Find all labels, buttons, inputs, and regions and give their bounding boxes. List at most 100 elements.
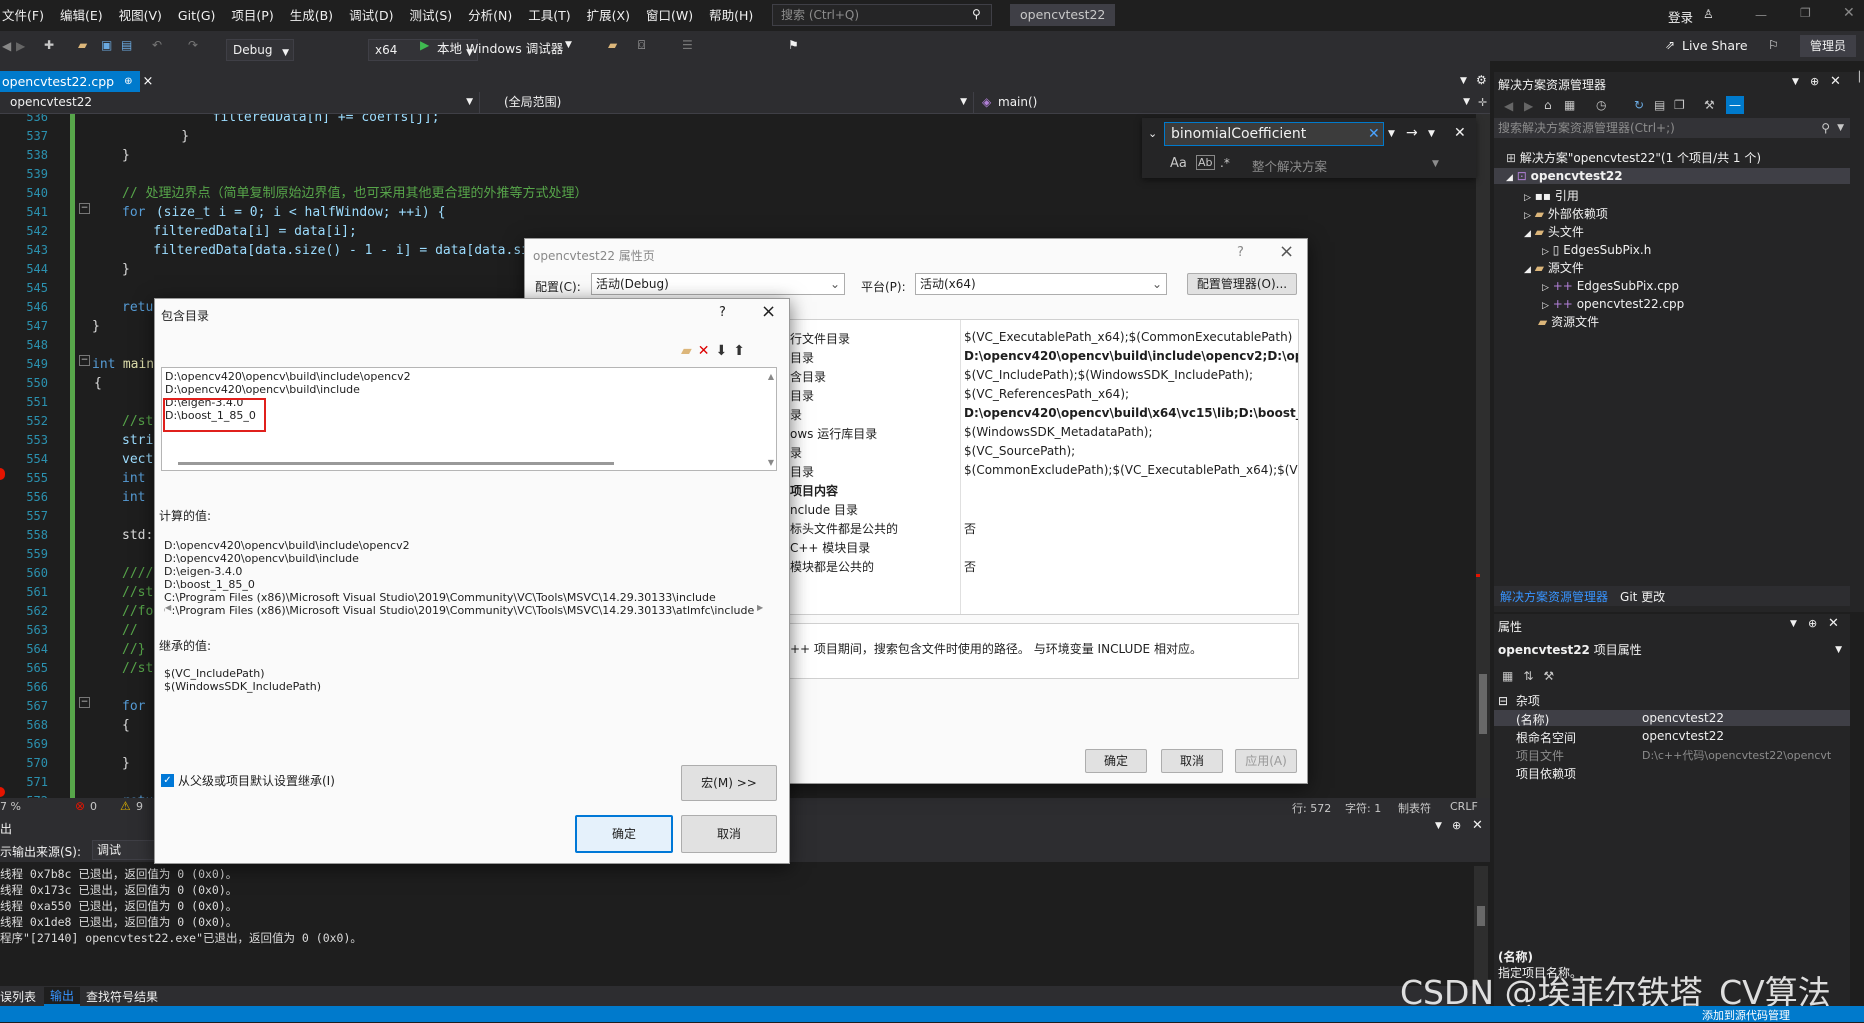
expand-icon[interactable]: ▷ (1524, 193, 1531, 203)
find-input[interactable]: binomialCoefficient (1164, 122, 1384, 146)
fold-toggle[interactable]: − (79, 697, 90, 708)
zoom-level[interactable]: 7 % (0, 800, 21, 813)
close-button[interactable]: × (1279, 241, 1294, 262)
copy-icon[interactable]: ❐ (1674, 99, 1685, 111)
menu-git[interactable]: Git(G) (170, 0, 224, 31)
grid-row[interactable]: nclude 目录 (788, 501, 1298, 517)
bookmark-icon[interactable]: ⚑ (788, 39, 799, 51)
include-entry[interactable]: D:\opencv420\opencv\build\include\opencv… (165, 370, 773, 383)
tab-overflow-icon[interactable]: ▼ (1460, 77, 1467, 86)
platform-combo[interactable]: 活动(x64) ⌄ (915, 273, 1167, 295)
expand-icon[interactable]: ▷ (1542, 247, 1549, 257)
config-select[interactable]: Debug ▼ (226, 39, 294, 61)
tree-solution[interactable]: ⊞ 解决方案"opencvtest22"(1 个项目/共 1 个) (1506, 150, 1761, 166)
preview-toggle[interactable]: — (1726, 96, 1744, 114)
close-icon[interactable]: ✕ (1830, 75, 1841, 88)
property-row[interactable]: 项目文件 D:\c++代码\opencvtest22\opencvt (1494, 746, 1850, 763)
run-debugger-button[interactable]: 本地 Windows 调试器 (437, 38, 563, 57)
fold-toggle[interactable]: − (79, 355, 90, 366)
grid-row[interactable]: 录 D:\opencv420\opencv\build\x64\vc15\lib… (788, 406, 1298, 422)
indent-mode[interactable]: 制表符 (1398, 800, 1431, 816)
undo-icon[interactable]: ↶ (152, 39, 162, 51)
move-up-icon[interactable]: ⬆ (733, 343, 745, 359)
menu-analyze[interactable]: 分析(N) (460, 0, 520, 31)
pin-icon[interactable]: ⊕ (1810, 76, 1819, 87)
menu-project[interactable]: 项目(P) (223, 0, 281, 31)
tree-resources[interactable]: ▰ 资源文件 (1538, 314, 1599, 330)
apply-button[interactable]: 应用(A) (1235, 749, 1297, 773)
close-icon[interactable]: ✕ (1454, 126, 1466, 140)
menu-help[interactable]: 帮助(H) (701, 0, 761, 31)
split-icon[interactable]: ✛ (1478, 96, 1487, 109)
category-misc[interactable]: ⊟ 杂项 (1498, 692, 1540, 708)
include-entries-list[interactable]: D:\opencv420\opencv\build\include\opencv… (161, 367, 777, 471)
property-row[interactable]: 项目依赖项 (1494, 764, 1850, 781)
error-icon[interactable]: ⊗ (75, 800, 85, 812)
nav-member-select[interactable]: ◈ main() ▼ (978, 92, 1476, 113)
whole-word-icon[interactable]: Ab (1196, 155, 1215, 170)
global-search-input[interactable]: 搜索 (Ctrl+Q) (772, 4, 992, 26)
run-icon[interactable]: ▶ (420, 39, 429, 51)
alphabetical-icon[interactable]: ⇅ (1523, 669, 1533, 683)
grid-row[interactable]: C++ 模块目录 (788, 539, 1298, 555)
expand-icon[interactable]: ◢ (1506, 173, 1513, 183)
include-entry[interactable]: D:\opencv420\opencv\build\include (165, 383, 773, 396)
delete-icon[interactable]: ✕ (698, 343, 710, 359)
grid-row[interactable]: 目录 D:\opencv420\opencv\build\include\ope… (788, 349, 1298, 365)
tree-project[interactable]: ◢ ⊡ opencvtest22 (1494, 168, 1850, 184)
regex-icon[interactable]: .* (1220, 156, 1230, 170)
tab-error-list[interactable]: 误列表 (0, 988, 44, 1005)
new-project-icon[interactable]: ✚ (44, 39, 54, 51)
tree-header-file[interactable]: ▷ ▯ EdgesSubPix.h (1542, 242, 1651, 258)
scrollbar-thumb[interactable] (1477, 906, 1485, 926)
menu-edit[interactable]: 编辑(E) (52, 0, 111, 31)
maximize-window-button[interactable]: ❐ (1800, 6, 1811, 20)
chevron-down-icon[interactable]: ▼ (1837, 118, 1844, 138)
ok-button[interactable]: 确定 (1085, 749, 1147, 773)
close-button[interactable]: × (761, 301, 776, 322)
clear-search-icon[interactable]: ✕ (1368, 127, 1380, 141)
close-icon[interactable]: ✕ (1828, 617, 1839, 630)
tree-external-deps[interactable]: ▷ ▰ 外部依赖项 (1524, 206, 1608, 222)
tab-opencvtest22-cpp[interactable]: opencvtest22.cpp ⊕ × (0, 71, 153, 92)
expand-icon[interactable]: ◢ (1524, 229, 1531, 239)
chevron-down-icon[interactable]: ▼ (1428, 130, 1435, 139)
refresh-icon[interactable]: ↻ (1634, 99, 1644, 111)
pin-icon[interactable]: ⊕ (1808, 618, 1817, 629)
menu-tools[interactable]: 工具(T) (520, 0, 578, 31)
warning-icon[interactable]: ⚠ (120, 800, 131, 812)
help-button[interactable]: ? (719, 305, 726, 320)
fold-toggle[interactable]: − (79, 203, 90, 214)
chevron-down-icon[interactable]: ▼ (1432, 160, 1439, 169)
checkbox-checked-icon[interactable]: ✓ (161, 773, 174, 787)
minimize-window-button[interactable]: — (1755, 8, 1767, 22)
property-pages-icon[interactable]: ⚒ (1543, 669, 1554, 683)
scroll-up-icon[interactable]: ▲ (768, 370, 774, 383)
inherit-checkbox[interactable]: ✓ 从父级或项目默认设置继承(I) (161, 771, 335, 789)
chevron-down-icon[interactable]: ▼ (565, 41, 572, 50)
expand-icon[interactable]: ▷ (1542, 283, 1549, 293)
chevron-down-icon[interactable]: ▼ (1792, 78, 1799, 87)
close-window-button[interactable]: ✕ (1843, 5, 1855, 21)
save-all-icon[interactable]: ▤ (121, 39, 132, 51)
property-row[interactable]: (名称) opencvtest22 (1494, 710, 1850, 727)
expand-icon[interactable]: ▷ (1542, 301, 1549, 311)
grid-row[interactable]: 行文件目录 $(VC_ExecutablePath_x64);$(CommonE… (788, 330, 1298, 346)
grid-row[interactable]: 目录 $(CommonExcludePath);$(VC_ExecutableP… (788, 463, 1298, 479)
chevron-down-icon[interactable]: ▼ (1790, 620, 1797, 629)
screenshot-icon[interactable]: ⌼ (638, 39, 645, 51)
output-text[interactable]: 线程 0x7b8c 已退出，返回值为 0 (0x0)。 线程 0x173c 已退… (0, 866, 1470, 946)
tab-solution-explorer[interactable]: 解决方案资源管理器 (1494, 588, 1614, 605)
line-ending[interactable]: CRLF (1450, 800, 1478, 813)
find-scope-select[interactable]: 整个解决方案 (1252, 156, 1327, 175)
add-source-control[interactable]: 添加到源代码管理 (1702, 1007, 1790, 1023)
help-button[interactable]: ? (1237, 245, 1244, 260)
ok-button[interactable]: 确定 (575, 815, 673, 853)
grid-row[interactable]: ows 运行库目录 $(WindowsSDK_MetadataPath); (788, 425, 1298, 441)
tab-git-changes[interactable]: Git 更改 (1614, 588, 1671, 605)
collapse-icon[interactable]: ⊟ (1498, 694, 1508, 708)
pin-icon[interactable]: ⊕ (124, 76, 132, 87)
close-icon[interactable]: × (142, 74, 153, 89)
tree-source-file[interactable]: ▷ ++ EdgesSubPix.cpp (1542, 278, 1679, 294)
switch-view-icon[interactable]: ▦ (1564, 99, 1575, 111)
